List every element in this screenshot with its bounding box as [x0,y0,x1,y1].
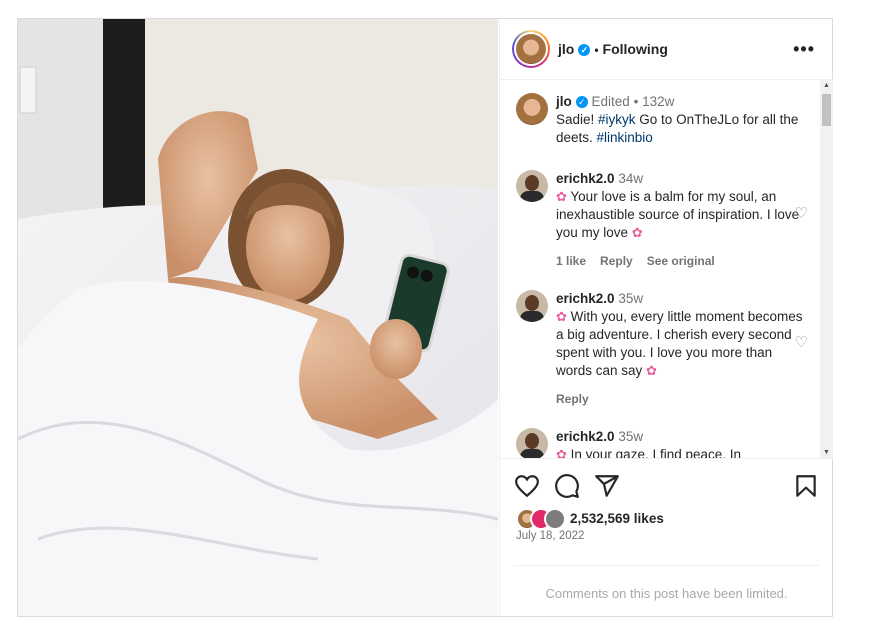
verified-badge-icon: ✓ [578,44,591,57]
comment-actions: Reply [556,390,806,408]
comment-likes[interactable]: 1 like [556,254,586,268]
comment-username[interactable]: erichk2.0 [556,171,615,186]
comment-text: In your gaze, I find peace. In [566,447,742,458]
scroll-up-icon[interactable]: ▲ [823,82,830,89]
header-separator: • [594,43,599,57]
comment-item: erichk2.0 35w ✿ In your gaze, I find pea… [516,428,806,458]
caption-username[interactable]: jlo [556,94,572,109]
reply-button[interactable]: Reply [556,392,589,406]
instagram-post: jlo ✓ • Following ••• jlo ✓ Edited • 132w Sa… [17,18,833,617]
share-send-icon[interactable] [594,473,620,499]
post-footer: 2,532,569 likes July 18, 2022 Comments o… [500,458,833,617]
caption-avatar[interactable] [516,93,548,125]
comment-like-heart-icon[interactable]: ♡ [795,205,808,223]
likes-count[interactable]: 2,532,569 likes [570,511,664,526]
comment-actions: 1 like Reply See original [556,252,806,270]
comments-scrollbar[interactable]: ▲ ▼ [820,80,833,458]
commenter-avatar[interactable] [516,428,548,458]
post-header: jlo ✓ • Following ••• [500,19,833,80]
commenter-avatar[interactable] [516,170,548,202]
following-button[interactable]: Following [603,41,668,57]
save-bookmark-icon[interactable] [793,473,819,499]
like-heart-icon[interactable] [514,473,540,499]
flower-emoji-icon: ✿ [556,189,567,204]
comment-item: erichk2.0 35w ✿ With you, every little m… [516,290,808,408]
more-options-button[interactable]: ••• [793,39,815,60]
flower-emoji-icon: ✿ [556,309,567,324]
caption: jlo ✓ Edited • 132w Sadie! #iykyk Go to O… [516,93,806,147]
comment-text: With you, every little moment becomes a … [556,309,803,378]
flower-emoji-icon: ✿ [646,363,657,378]
comments-limited-notice: Comments on this post have been limited. [514,565,819,601]
comment-age[interactable]: 35w [618,429,643,444]
caption-separator: • [633,94,639,109]
comment-text: Your love is a balm for my soul, an inex… [556,189,800,240]
comment-username[interactable]: erichk2.0 [556,291,615,306]
caption-age[interactable]: 132w [642,94,674,109]
comment-age[interactable]: 35w [618,291,643,306]
author-username[interactable]: jlo [558,41,574,57]
photo-illustration [18,19,498,616]
hashtag-link[interactable]: #linkinbio [597,130,653,145]
see-original-button[interactable]: See original [647,254,715,268]
flower-emoji-icon: ✿ [556,447,567,458]
liker-avatar[interactable] [544,508,566,530]
author-avatar [516,34,546,64]
post-photo[interactable] [18,19,498,616]
comment-age[interactable]: 34w [618,171,643,186]
post-sidebar: jlo ✓ • Following ••• jlo ✓ Edited • 132w Sa… [499,19,833,616]
comment-item: erichk2.0 34w ✿ Your love is a balm for … [516,170,808,270]
author-avatar-ring[interactable] [512,30,550,68]
scrollbar-thumb[interactable] [822,94,831,126]
comment-username[interactable]: erichk2.0 [556,429,615,444]
scroll-down-icon[interactable]: ▼ [823,449,830,456]
edited-label: Edited [591,94,630,109]
flower-emoji-icon: ✿ [631,225,643,240]
comment-like-heart-icon[interactable]: ♡ [795,334,808,352]
action-bar [514,473,819,499]
verified-badge-icon: ✓ [575,96,588,109]
comments-list[interactable]: jlo ✓ Edited • 132w Sadie! #iykyk Go to O… [500,80,820,458]
hashtag-link[interactable]: #iykyk [598,112,636,127]
commenter-avatar[interactable] [516,290,548,322]
reply-button[interactable]: Reply [600,254,633,268]
caption-text-start: Sadie! [556,112,599,127]
post-date[interactable]: July 18, 2022 [516,530,584,542]
comment-bubble-icon[interactable] [554,473,580,499]
